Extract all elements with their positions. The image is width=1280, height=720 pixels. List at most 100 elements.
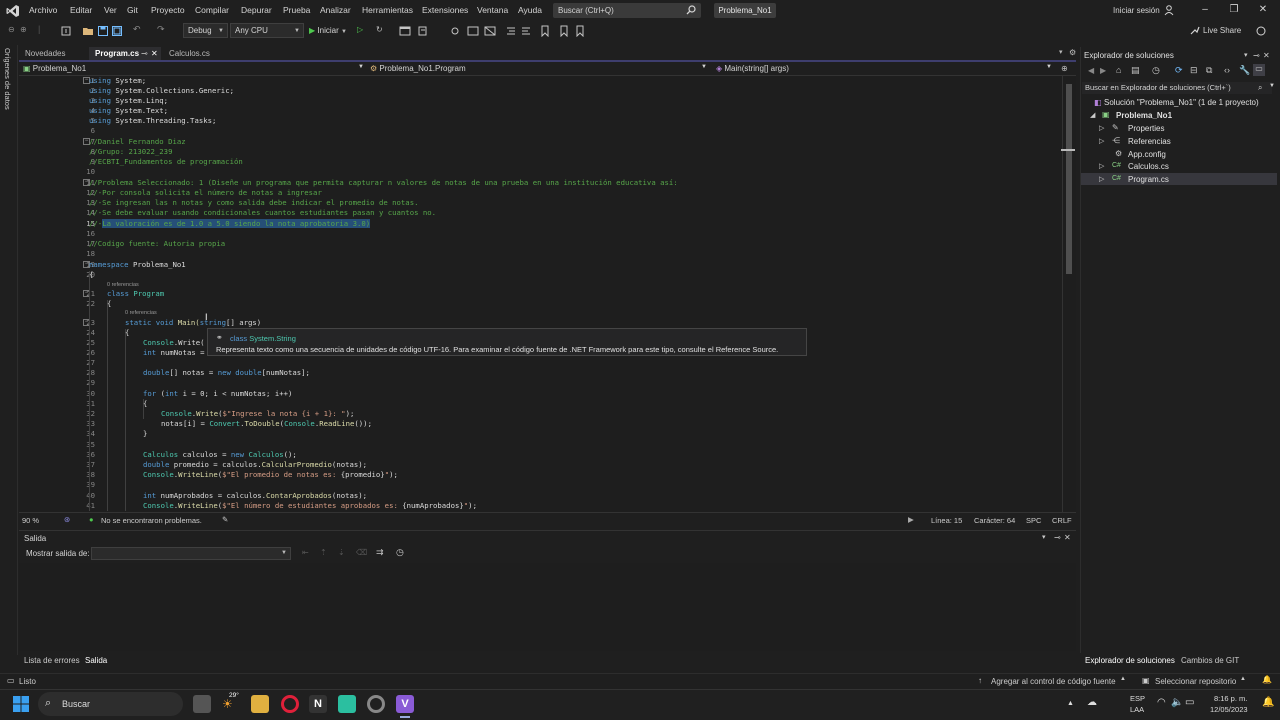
volume-icon[interactable]: 🔈: [1171, 697, 1183, 708]
column-indicator[interactable]: Carácter: 64: [974, 516, 1015, 525]
output-tab[interactable]: Salida: [85, 656, 107, 665]
menu-editar[interactable]: Editar: [70, 5, 92, 15]
prev-message-icon[interactable]: ⇡: [320, 548, 327, 557]
pin-icon[interactable]: ⊸: [1054, 533, 1061, 542]
config-dropdown[interactable]: Debug ▼: [183, 23, 228, 38]
indent-icon[interactable]: [505, 25, 517, 37]
close-window-icon[interactable]: ✕: [1256, 3, 1270, 17]
git-history-icon[interactable]: ◷: [1152, 65, 1160, 76]
hot-reload-icon[interactable]: ↻: [376, 25, 383, 34]
menu-ayuda[interactable]: Ayuda: [518, 5, 542, 15]
new-project-icon[interactable]: [60, 25, 72, 37]
panel-options-icon[interactable]: ▾: [1042, 533, 1046, 541]
settings-gear-icon[interactable]: ⚙: [1069, 48, 1076, 57]
find-message-icon[interactable]: ⇤: [302, 548, 309, 557]
word-wrap-icon[interactable]: ⇉: [376, 547, 384, 558]
start-button[interactable]: ▶ Iniciar ▼: [309, 26, 347, 35]
tree-solution[interactable]: Solución "Problema_No1" (1 de 1 proyecto…: [1104, 98, 1259, 107]
format-icon[interactable]: [418, 25, 430, 37]
sign-in-link[interactable]: Iniciar sesión: [1113, 6, 1160, 15]
code-editor[interactable]: 1 2 3 4 5 6 7 8 9 10 11 12 13 14 15 16 1…: [19, 76, 1076, 512]
code-view-icon[interactable]: ‹›: [1224, 65, 1230, 75]
open-folder-icon[interactable]: [82, 25, 94, 37]
minimize-icon[interactable]: –: [1198, 3, 1212, 17]
panel-options-icon[interactable]: ▾: [1244, 51, 1248, 59]
eol-indicator[interactable]: CRLF: [1052, 516, 1072, 525]
tab-calculos-cs[interactable]: Calculos.cs: [163, 47, 216, 60]
visual-studio-taskbar-icon[interactable]: V: [396, 695, 414, 713]
clock-time[interactable]: 8:16 p. m.: [1214, 694, 1247, 703]
error-list-tab[interactable]: Lista de errores: [24, 656, 80, 665]
undo-icon[interactable]: ↶: [133, 24, 141, 35]
tree-item-properties[interactable]: Properties: [1128, 124, 1164, 133]
tree-item-program[interactable]: Program.cs: [1128, 175, 1169, 184]
clock-date[interactable]: 12/05/2023: [1210, 705, 1248, 714]
notification-center-icon[interactable]: 🔔: [1262, 697, 1274, 708]
expand-arrow-icon[interactable]: ◢: [1090, 111, 1095, 119]
next-message-icon[interactable]: ⇣: [338, 548, 345, 557]
redo-icon[interactable]: ↷: [157, 24, 165, 35]
split-editor-icon[interactable]: ⊕: [1061, 64, 1068, 73]
zoom-level[interactable]: 90 %: [22, 516, 39, 525]
notion-icon[interactable]: N: [309, 695, 327, 713]
save-icon[interactable]: [97, 25, 109, 37]
back-icon[interactable]: ⊖: [8, 25, 15, 34]
notes-app-icon[interactable]: [338, 695, 356, 713]
notifications-bell-icon[interactable]: 🔔: [1262, 675, 1272, 684]
uncomment-icon[interactable]: [484, 25, 496, 37]
sync-icon[interactable]: ⟳: [1175, 65, 1183, 76]
collapse-arrow-icon[interactable]: ▷: [1099, 175, 1104, 183]
close-tab-icon[interactable]: ✕: [151, 49, 158, 58]
select-repository[interactable]: Seleccionar repositorio: [1155, 677, 1236, 686]
class-dropdown[interactable]: ⚙ Problema_No1.Program ▼: [370, 64, 711, 75]
scrollbar-thumb[interactable]: [1066, 84, 1072, 274]
prev-bookmark-icon[interactable]: [558, 25, 570, 37]
global-search-box[interactable]: Buscar (Ctrl+Q): [553, 3, 701, 18]
solution-explorer-search[interactable]: Buscar en Explorador de soluciones (Ctrl…: [1082, 82, 1272, 94]
back-icon[interactable]: ◀: [1088, 66, 1094, 75]
data-sources-tab[interactable]: Orígenes de datos: [3, 48, 12, 110]
battery-icon[interactable]: ▭: [1185, 697, 1194, 708]
task-view-icon[interactable]: [193, 695, 211, 713]
menu-prueba[interactable]: Prueba: [283, 5, 310, 15]
collapse-arrow-icon[interactable]: ▷: [1099, 137, 1104, 145]
brush-icon[interactable]: ✎: [222, 515, 228, 524]
menu-git[interactable]: Git: [127, 5, 138, 15]
taskbar-search[interactable]: ⌕ Buscar: [38, 692, 183, 716]
comment-icon[interactable]: [467, 25, 479, 37]
whitespace-indicator[interactable]: SPC: [1026, 516, 1041, 525]
collapse-arrow-icon[interactable]: ▷: [1099, 124, 1104, 132]
wifi-icon[interactable]: ◠: [1157, 697, 1166, 708]
git-changes-tab[interactable]: Cambios de GIT: [1181, 656, 1239, 665]
maximize-icon[interactable]: ❐: [1227, 3, 1241, 17]
input-layout[interactable]: LAA: [1130, 705, 1144, 714]
output-source-dropdown[interactable]: ▼: [91, 547, 291, 560]
tab-novedades[interactable]: Novedades: [19, 47, 71, 60]
collapse-arrow-icon[interactable]: ▷: [1099, 162, 1104, 170]
line-indicator[interactable]: Línea: 15: [931, 516, 962, 525]
member-dropdown[interactable]: ◈ Main(string[] args) ▼: [716, 64, 1056, 75]
tab-list-chevron-icon[interactable]: ▾: [1059, 48, 1063, 56]
bookmark-icon[interactable]: [539, 25, 551, 37]
opera-icon[interactable]: [281, 695, 299, 713]
cloud-icon[interactable]: ☁: [1087, 697, 1097, 708]
output-text-area[interactable]: [19, 563, 1076, 651]
menu-archivo[interactable]: Archivo: [29, 5, 57, 15]
menu-extensiones[interactable]: Extensiones: [422, 5, 468, 15]
outdent-icon[interactable]: [520, 25, 532, 37]
menu-ver[interactable]: Ver: [104, 5, 117, 15]
codelens-icon[interactable]: ⊛: [64, 515, 70, 524]
menu-depurar[interactable]: Depurar: [241, 5, 272, 15]
input-language[interactable]: ESP: [1130, 694, 1145, 703]
tree-project[interactable]: Problema_No1: [1116, 111, 1172, 120]
menu-compilar[interactable]: Compilar: [195, 5, 229, 15]
add-to-source-control[interactable]: Agregar al control de código fuente: [991, 677, 1116, 686]
references-codelens[interactable]: 0 referencias: [107, 282, 139, 288]
start-without-debug-icon[interactable]: ▷: [357, 25, 363, 34]
clock-icon[interactable]: ◷: [396, 547, 404, 558]
github-desktop-icon[interactable]: [367, 695, 385, 713]
menu-proyecto[interactable]: Proyecto: [151, 5, 185, 15]
pin-icon[interactable]: ⊸: [1253, 51, 1260, 60]
chevron-down-icon[interactable]: ▼: [1269, 83, 1275, 89]
forward-icon[interactable]: ⊕: [20, 25, 27, 34]
